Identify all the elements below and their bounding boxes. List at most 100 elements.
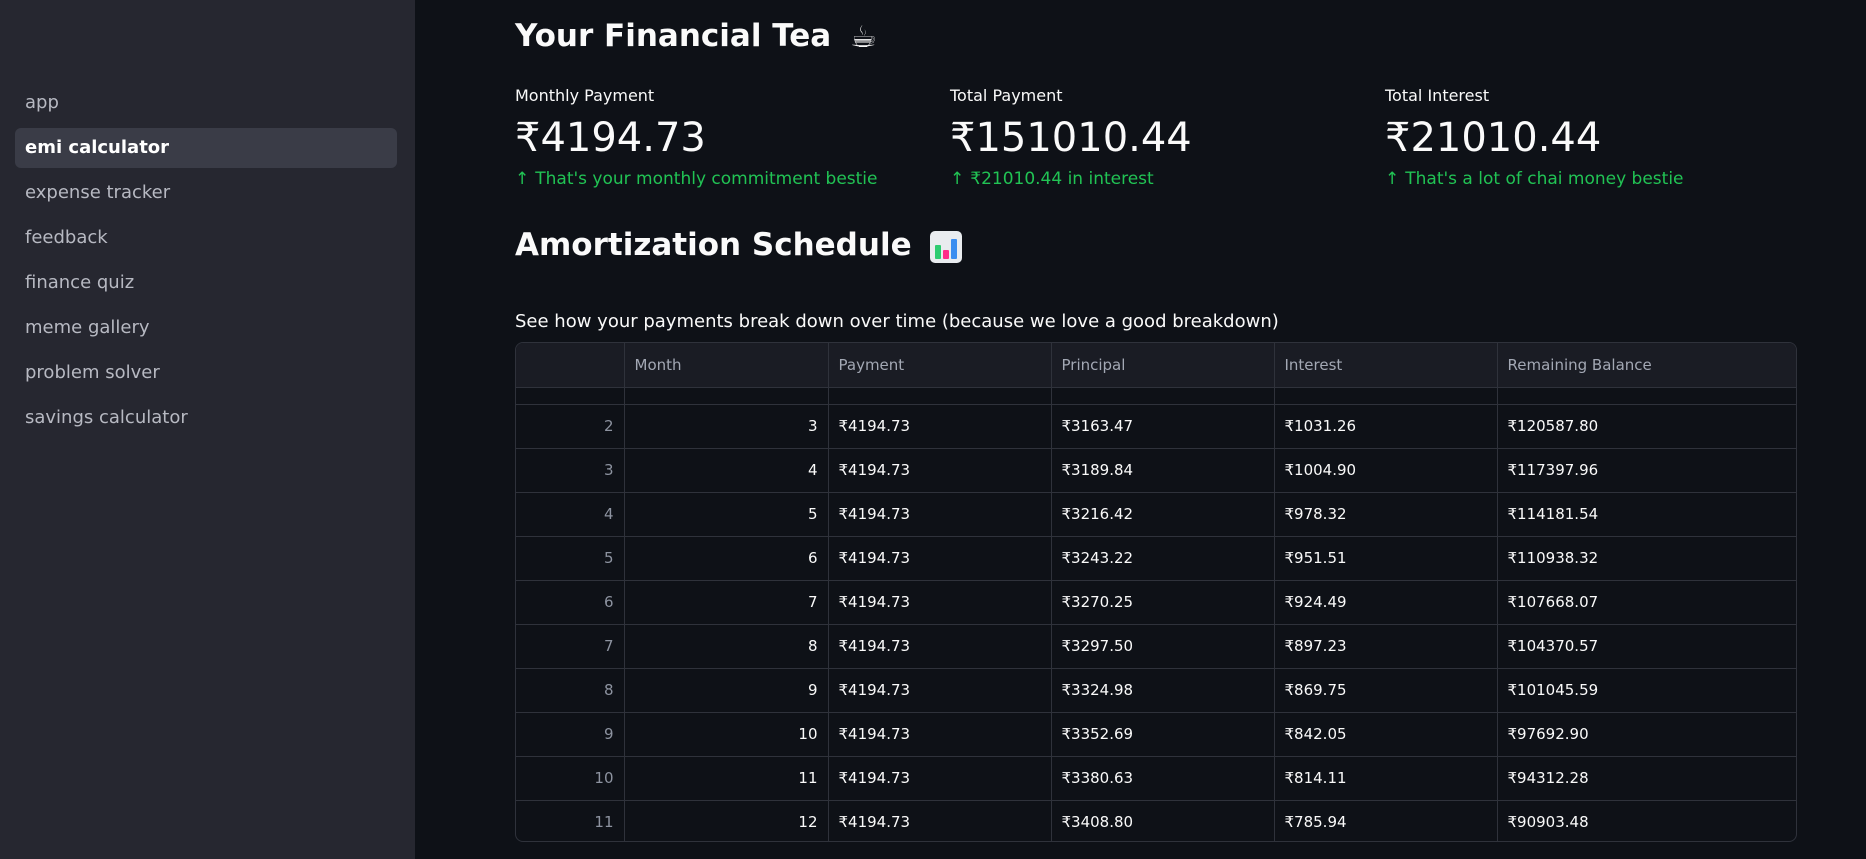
principal-cell[interactable]: ₹3408.80: [1051, 800, 1275, 841]
table-row: 11 12 ₹4194.73 ₹3408.80 ₹785.94 ₹90903.48: [516, 800, 1796, 841]
metrics-row: Monthly Payment ₹4194.73 ↑ That's your mo…: [515, 86, 1797, 206]
metric-delta: ↑ That's your monthly commitment bestie: [515, 169, 935, 189]
month-cell[interactable]: 11: [624, 756, 829, 801]
arrow-up-icon: ↑: [515, 169, 530, 189]
row-index-cell[interactable]: 2: [516, 404, 625, 449]
metric-label: Total Interest: [1385, 86, 1490, 105]
interest-cell[interactable]: ₹951.51: [1274, 536, 1498, 581]
table-cell: [516, 387, 625, 405]
remaining-balance-cell[interactable]: ₹114181.54: [1497, 492, 1796, 537]
interest-cell[interactable]: ₹1031.26: [1274, 404, 1498, 449]
remaining-balance-cell[interactable]: ₹110938.32: [1497, 536, 1796, 581]
principal-header[interactable]: Principal: [1051, 343, 1275, 388]
interest-cell[interactable]: ₹1004.90: [1274, 448, 1498, 493]
payment-cell[interactable]: ₹4194.73: [828, 800, 1052, 841]
page-title: Your Financial Tea ☕: [515, 18, 877, 55]
sidebar-item-expense-tracker[interactable]: expense tracker: [15, 173, 397, 213]
month-cell[interactable]: 5: [624, 492, 829, 537]
metric-value: ₹4194.73: [515, 115, 706, 161]
month-header[interactable]: Month: [624, 343, 829, 388]
interest-cell[interactable]: ₹978.32: [1274, 492, 1498, 537]
principal-cell[interactable]: ₹3352.69: [1051, 712, 1275, 757]
month-cell[interactable]: 4: [624, 448, 829, 493]
month-cell[interactable]: 3: [624, 404, 829, 449]
remaining-balance-cell[interactable]: ₹97692.90: [1497, 712, 1796, 757]
principal-cell[interactable]: ₹3297.50: [1051, 624, 1275, 669]
arrow-up-icon: ↑: [1385, 169, 1400, 189]
payment-cell[interactable]: ₹4194.73: [828, 580, 1052, 625]
row-index-cell[interactable]: 6: [516, 580, 625, 625]
table-header-row: Month Payment Principal Interest Remaining B…: [516, 343, 1796, 388]
table-row: 10 11 ₹4194.73 ₹3380.63 ₹814.11 ₹94312.28: [516, 756, 1796, 801]
payment-header[interactable]: Payment: [828, 343, 1052, 388]
principal-cell[interactable]: ₹3216.42: [1051, 492, 1275, 537]
payment-cell[interactable]: ₹4194.73: [828, 712, 1052, 757]
row-index-cell[interactable]: 7: [516, 624, 625, 669]
amortization-table[interactable]: Month Payment Principal Interest Remaining B…: [515, 342, 1797, 842]
sidebar-item-meme-gallery[interactable]: meme gallery: [15, 308, 397, 348]
sidebar-nav: app emi calculator expense tracker feedb…: [0, 83, 415, 438]
remaining-balance-cell[interactable]: ₹120587.80: [1497, 404, 1796, 449]
principal-cell[interactable]: ₹3243.22: [1051, 536, 1275, 581]
row-index-cell[interactable]: 8: [516, 668, 625, 713]
table-cell: [624, 387, 829, 405]
remaining-balance-cell[interactable]: ₹107668.07: [1497, 580, 1796, 625]
principal-cell[interactable]: ₹3189.84: [1051, 448, 1275, 493]
payment-cell[interactable]: ₹4194.73: [828, 668, 1052, 713]
row-index-cell[interactable]: 4: [516, 492, 625, 537]
sidebar: app emi calculator expense tracker feedb…: [0, 0, 415, 859]
metric-delta-text: ₹21010.44 in interest: [970, 169, 1154, 189]
sidebar-item-emi-calculator[interactable]: emi calculator: [15, 128, 397, 168]
sidebar-item-savings-calculator[interactable]: savings calculator: [15, 398, 397, 438]
month-cell[interactable]: 12: [624, 800, 829, 841]
row-index-cell[interactable]: 5: [516, 536, 625, 581]
interest-cell[interactable]: ₹785.94: [1274, 800, 1498, 841]
table-row: 6 7 ₹4194.73 ₹3270.25 ₹924.49 ₹107668.07: [516, 580, 1796, 625]
month-cell[interactable]: 9: [624, 668, 829, 713]
remaining-balance-cell[interactable]: ₹117397.96: [1497, 448, 1796, 493]
interest-cell[interactable]: ₹814.11: [1274, 756, 1498, 801]
metric-total-interest: Total Interest ₹21010.44 ↑ That's a lot o…: [1385, 86, 1805, 189]
remaining-balance-cell[interactable]: ₹94312.28: [1497, 756, 1796, 801]
sidebar-item-problem-solver[interactable]: problem solver: [15, 353, 397, 393]
principal-cell[interactable]: ₹3380.63: [1051, 756, 1275, 801]
payment-cell[interactable]: ₹4194.73: [828, 536, 1052, 581]
bar-chart-icon-bar: [951, 238, 958, 259]
payment-cell[interactable]: ₹4194.73: [828, 624, 1052, 669]
interest-cell[interactable]: ₹842.05: [1274, 712, 1498, 757]
metric-label: Total Payment: [950, 86, 1063, 105]
row-index-header[interactable]: [516, 343, 625, 388]
section-title-text: Amortization Schedule: [515, 227, 912, 263]
metric-delta: ↑ ₹21010.44 in interest: [950, 169, 1370, 189]
interest-cell[interactable]: ₹924.49: [1274, 580, 1498, 625]
row-index-cell[interactable]: 11: [516, 800, 625, 841]
principal-cell[interactable]: ₹3324.98: [1051, 668, 1275, 713]
interest-cell[interactable]: ₹897.23: [1274, 624, 1498, 669]
remaining-balance-cell[interactable]: ₹104370.57: [1497, 624, 1796, 669]
month-cell[interactable]: 10: [624, 712, 829, 757]
principal-cell[interactable]: ₹3270.25: [1051, 580, 1275, 625]
payment-cell[interactable]: ₹4194.73: [828, 448, 1052, 493]
tea-cup-icon: ☕: [850, 20, 877, 55]
remaining-balance-header[interactable]: Remaining Balance: [1497, 343, 1796, 388]
table-row: 2 3 ₹4194.73 ₹3163.47 ₹1031.26 ₹120587.80: [516, 404, 1796, 449]
remaining-balance-cell[interactable]: ₹101045.59: [1497, 668, 1796, 713]
payment-cell[interactable]: ₹4194.73: [828, 404, 1052, 449]
sidebar-item-app[interactable]: app: [15, 83, 397, 123]
principal-cell[interactable]: ₹3163.47: [1051, 404, 1275, 449]
month-cell[interactable]: 6: [624, 536, 829, 581]
row-index-cell[interactable]: 3: [516, 448, 625, 493]
metric-delta-text: That's a lot of chai money bestie: [1405, 169, 1684, 189]
app-root: app emi calculator expense tracker feedb…: [0, 0, 1866, 859]
remaining-balance-cell[interactable]: ₹90903.48: [1497, 800, 1796, 841]
row-index-cell[interactable]: 10: [516, 756, 625, 801]
sidebar-item-finance-quiz[interactable]: finance quiz: [15, 263, 397, 303]
sidebar-item-feedback[interactable]: feedback: [15, 218, 397, 258]
interest-header[interactable]: Interest: [1274, 343, 1498, 388]
month-cell[interactable]: 8: [624, 624, 829, 669]
payment-cell[interactable]: ₹4194.73: [828, 756, 1052, 801]
row-index-cell[interactable]: 9: [516, 712, 625, 757]
payment-cell[interactable]: ₹4194.73: [828, 492, 1052, 537]
month-cell[interactable]: 7: [624, 580, 829, 625]
interest-cell[interactable]: ₹869.75: [1274, 668, 1498, 713]
